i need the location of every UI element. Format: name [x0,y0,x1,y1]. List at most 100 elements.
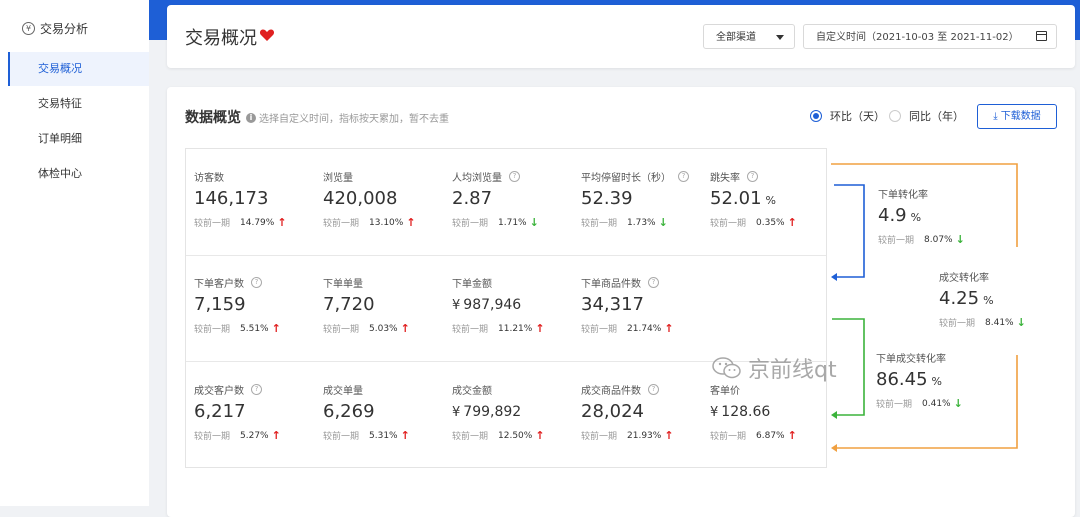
sidebar-item-label: 体检中心 [38,167,82,180]
help-icon[interactable]: ? [251,277,262,288]
metric-compare: 较前一期 8.07% ↓ [878,233,965,246]
watermark-text: 京前线qt [748,358,837,383]
arrow-up-icon: ↑ [271,429,281,442]
metric-value: 7,159 [194,294,281,316]
metric-label-text: 下单成交转化率 [876,354,946,365]
compare-label: 较前一期 [452,219,489,229]
compare-percent: 12.50% [498,430,533,441]
currency-symbol: ¥ [452,405,461,420]
metric-value: ¥799,892 [452,401,545,423]
metric-value-number: 146,173 [194,188,269,209]
metric-unit: % [765,194,776,207]
metric-value: 6,217 [194,401,281,423]
metric-label: 访客数 [194,170,287,184]
metric-value-number: 34,317 [581,294,644,315]
metric-value-number: 987,946 [463,297,522,313]
metric-card: 成交客户数? 6,217 较前一期 5.27% ↑ [194,383,281,442]
metric-label-text: 下单商品件数 [581,279,641,290]
metric-label-text: 下单单量 [323,279,363,290]
metric-card: 浏览量 420,008 较前一期 13.10% ↑ [323,170,416,229]
metric-label: 成交转化率 [939,270,1026,284]
metric-value: 52.01% [710,188,797,210]
metric-value: ¥987,946 [452,294,545,316]
arrow-down-icon: ↓ [1016,316,1026,329]
sidebar-header: ¥ 交易分析 [22,20,88,37]
compare-percent: 21.93% [627,430,662,441]
metric-label-text: 下单转化率 [878,190,928,201]
metric-compare: 较前一期 1.71% ↓ [452,216,539,229]
metric-label: 平均停留时长（秒）? [581,170,689,184]
metric-label: 客单价 [710,383,797,397]
compare-label: 较前一期 [452,432,489,442]
metric-label: 成交客户数? [194,383,281,397]
currency-symbol: ¥ [452,298,461,313]
metric-value-number: 2.87 [452,188,493,209]
compare-label: 较前一期 [194,219,231,229]
metric-label-text: 成交单量 [323,386,363,397]
compare-label: 较前一期 [710,219,747,229]
metric-label: 跳失率? [710,170,797,184]
help-icon[interactable]: ? [509,171,520,182]
compare-percent: 11.21% [498,323,533,334]
metric-value: 146,173 [194,188,287,210]
metric-label-text: 人均浏览量 [452,173,502,184]
conversion-metric: 下单转化率 4.9% 较前一期 8.07% ↓ [878,187,965,246]
metric-unit: % [910,211,922,224]
arrow-down-icon: ↓ [658,216,668,229]
metric-value: 6,269 [323,401,410,423]
compare-label: 较前一期 [323,219,360,229]
help-icon[interactable]: ? [251,384,262,395]
metric-compare: 较前一期 14.79% ↑ [194,216,287,229]
page-title: 交易概况 [185,28,257,49]
compare-percent: 5.03% [369,323,398,334]
metric-card: 客单价 ¥128.66 较前一期 6.87% ↑ [710,383,797,442]
calendar-icon [1036,31,1047,41]
arrow-up-icon: ↑ [406,216,416,229]
metric-value-number: 128.66 [721,404,771,420]
flow-line-blue [834,184,865,278]
compare-percent: 1.71% [498,217,527,228]
metric-compare: 较前一期 6.87% ↑ [710,429,797,442]
metric-card: 平均停留时长（秒）? 52.39 较前一期 1.73% ↓ [581,170,689,229]
sidebar-item-orders[interactable]: 订单明细 [8,122,149,156]
metric-compare: 较前一期 5.03% ↑ [323,322,410,335]
sidebar-item-overview[interactable]: 交易概况 [8,52,149,86]
metric-card: 人均浏览量? 2.87 较前一期 1.71% ↓ [452,170,539,229]
metric-label-text: 访客数 [194,173,224,184]
metric-value: ¥128.66 [710,401,797,423]
metric-value: 7,720 [323,294,410,316]
compare-label: 较前一期 [876,400,913,410]
header-card: 交易概况 全部渠道 自定义时间（2021-10-03 至 2021-11-02） [167,5,1075,68]
compare-label: 较前一期 [194,325,231,335]
channel-select[interactable]: 全部渠道 [703,24,795,49]
metric-card: 成交金额 ¥799,892 较前一期 12.50% ↑ [452,383,545,442]
metric-label: 下单客户数? [194,276,281,290]
compare-label: 较前一期 [323,325,360,335]
compare-label: 较前一期 [452,325,489,335]
sidebar-item-label: 订单明细 [38,132,82,145]
metric-label: 下单单量 [323,276,410,290]
arrowhead-blue [831,273,837,281]
sidebar-item-features[interactable]: 交易特征 [8,87,149,121]
sidebar-item-health-check[interactable]: 体检中心 [8,157,149,191]
conversion-metric: 下单成交转化率 86.45% 较前一期 0.41% ↓ [876,351,963,410]
sidebar: ¥ 交易分析 交易概况 交易特征 订单明细 体检中心 [0,0,149,506]
metric-label-text: 成交金额 [452,386,492,397]
metric-label: 浏览量 [323,170,416,184]
metric-compare: 较前一期 12.50% ↑ [452,429,545,442]
metric-value: 2.87 [452,188,539,210]
help-icon[interactable]: ? [747,171,758,182]
help-icon[interactable]: ? [648,277,659,288]
metric-value-number: 6,269 [323,401,375,422]
metric-card: 下单商品件数? 34,317 较前一期 21.74% ↑ [581,276,674,335]
help-icon[interactable]: ? [648,384,659,395]
compare-percent: 21.74% [627,323,662,334]
arrow-up-icon: ↑ [535,429,545,442]
heart-icon [259,29,275,41]
metric-unit: % [983,294,994,307]
metric-value-number: 52.39 [581,188,633,209]
compare-percent: 8.41% [985,317,1014,328]
date-range-picker[interactable]: 自定义时间（2021-10-03 至 2021-11-02） [803,24,1057,49]
metric-compare: 较前一期 1.73% ↓ [581,216,689,229]
help-icon[interactable]: ? [678,171,689,182]
